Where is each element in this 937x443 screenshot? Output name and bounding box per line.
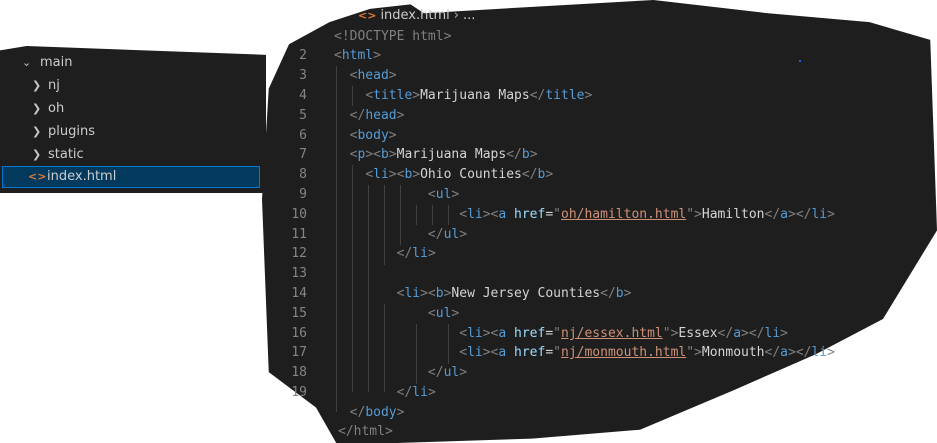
minimap-marker xyxy=(799,60,801,62)
code-line-4: <title>Marijuana Maps</title> xyxy=(365,88,593,103)
tree-folder-plugins[interactable]: ❯ plugins xyxy=(0,121,266,143)
tree-folder-label: nj xyxy=(48,78,60,93)
html-file-icon: <> xyxy=(358,9,377,22)
chevron-right-icon: ❯ xyxy=(32,79,42,92)
essex-link-text: Essex xyxy=(678,326,718,341)
line-number: 2 xyxy=(299,48,307,63)
tree-folder-oh[interactable]: ❯ oh xyxy=(0,98,266,120)
code-line-11: </ul> xyxy=(427,227,468,242)
line-number: 12 xyxy=(291,246,307,261)
code-line-8: <li><b>Ohio Counties</b> xyxy=(365,167,554,182)
line-number: 17 xyxy=(291,345,307,360)
tree-root-main[interactable]: ⌄ main xyxy=(0,52,266,74)
monmouth-href[interactable]: nj/monmouth.html xyxy=(561,345,686,360)
code-line-14: <li><b>New Jersey Counties</b> xyxy=(396,286,632,301)
line-number: 11 xyxy=(291,227,307,242)
html-close-text: </html> xyxy=(338,424,393,439)
chevron-right-icon: ❯ xyxy=(32,148,42,161)
code-line-2: <html> xyxy=(334,48,381,63)
ohio-heading-text: Ohio Counties xyxy=(420,167,522,182)
line-number: 3 xyxy=(299,68,307,83)
line-number: 19 xyxy=(291,385,307,400)
tree-folder-static[interactable]: ❯ static xyxy=(0,144,266,166)
editor-breadcrumb[interactable]: <> index.html ›... xyxy=(358,8,475,26)
code-line-19: </li> xyxy=(396,385,436,400)
line-number: 18 xyxy=(291,365,307,380)
line-number: 7 xyxy=(299,147,307,162)
code-line-1: <!DOCTYPE html> xyxy=(334,27,451,47)
doctype-text: <!DOCTYPE html> xyxy=(334,29,452,44)
title-text: Marijuana Maps xyxy=(420,88,530,103)
code-line-9: <ul> xyxy=(427,187,460,202)
breadcrumb-more[interactable]: ... xyxy=(463,8,475,23)
tree-folder-label: static xyxy=(48,147,84,162)
line-number: 10 xyxy=(291,207,307,222)
chevron-right-icon: ❯ xyxy=(32,125,42,138)
line-number: 5 xyxy=(299,108,307,123)
tree-folder-label: plugins xyxy=(48,124,95,139)
code-line-17: <li><a href="nj/monmouth.html">Monmouth<… xyxy=(459,345,835,360)
code-line-15: <ul> xyxy=(427,306,460,321)
chevron-right-icon: › xyxy=(453,8,459,23)
code-line-21: </html> xyxy=(338,422,393,442)
breadcrumb-filename[interactable]: index.html xyxy=(380,8,449,23)
nj-heading-text: New Jersey Counties xyxy=(451,286,601,301)
chevron-right-icon: ❯ xyxy=(32,102,42,115)
line-number: 9 xyxy=(299,187,307,202)
line-number: 14 xyxy=(291,286,307,301)
code-line-7: <p><b>Marijuana Maps</b> xyxy=(349,147,538,162)
line-number: 6 xyxy=(299,128,307,143)
essex-href[interactable]: nj/essex.html xyxy=(561,326,663,341)
line-number: 16 xyxy=(291,326,307,341)
monmouth-link-text: Monmouth xyxy=(701,345,765,360)
code-line-3: <head> xyxy=(349,68,397,83)
html-file-icon: <> xyxy=(28,170,47,183)
line-number: 15 xyxy=(291,306,307,321)
tree-folder-nj[interactable]: ❯ nj xyxy=(0,75,266,97)
code-line-20: </body> xyxy=(349,405,405,420)
file-explorer: ⌄ main ❯ nj ❯ oh ❯ plugins ❯ static <> i… xyxy=(0,46,266,193)
heading-text: Marijuana Maps xyxy=(396,147,507,162)
code-line-12: </li> xyxy=(396,246,436,261)
chevron-down-icon: ⌄ xyxy=(22,56,32,69)
code-line-6: <body> xyxy=(349,128,397,143)
line-number: 13 xyxy=(291,266,307,281)
code-line-5: </head> xyxy=(349,108,405,123)
tree-file-label: index.html xyxy=(47,169,117,184)
line-number: 4 xyxy=(299,88,307,103)
tree-file-index-html[interactable]: <> index.html xyxy=(2,166,260,188)
code-line-18: </ul> xyxy=(427,365,468,380)
line-number: 8 xyxy=(299,167,307,182)
tree-root-label: main xyxy=(40,55,73,70)
hamilton-link-text: Hamilton xyxy=(701,207,765,222)
hamilton-href[interactable]: oh/hamilton.html xyxy=(561,207,686,222)
tree-folder-label: oh xyxy=(48,101,65,116)
code-line-16: <li><a href="nj/essex.html">Essex</a></l… xyxy=(459,326,788,341)
code-line-10: <li><a href="oh/hamilton.html">Hamilton<… xyxy=(459,207,835,222)
